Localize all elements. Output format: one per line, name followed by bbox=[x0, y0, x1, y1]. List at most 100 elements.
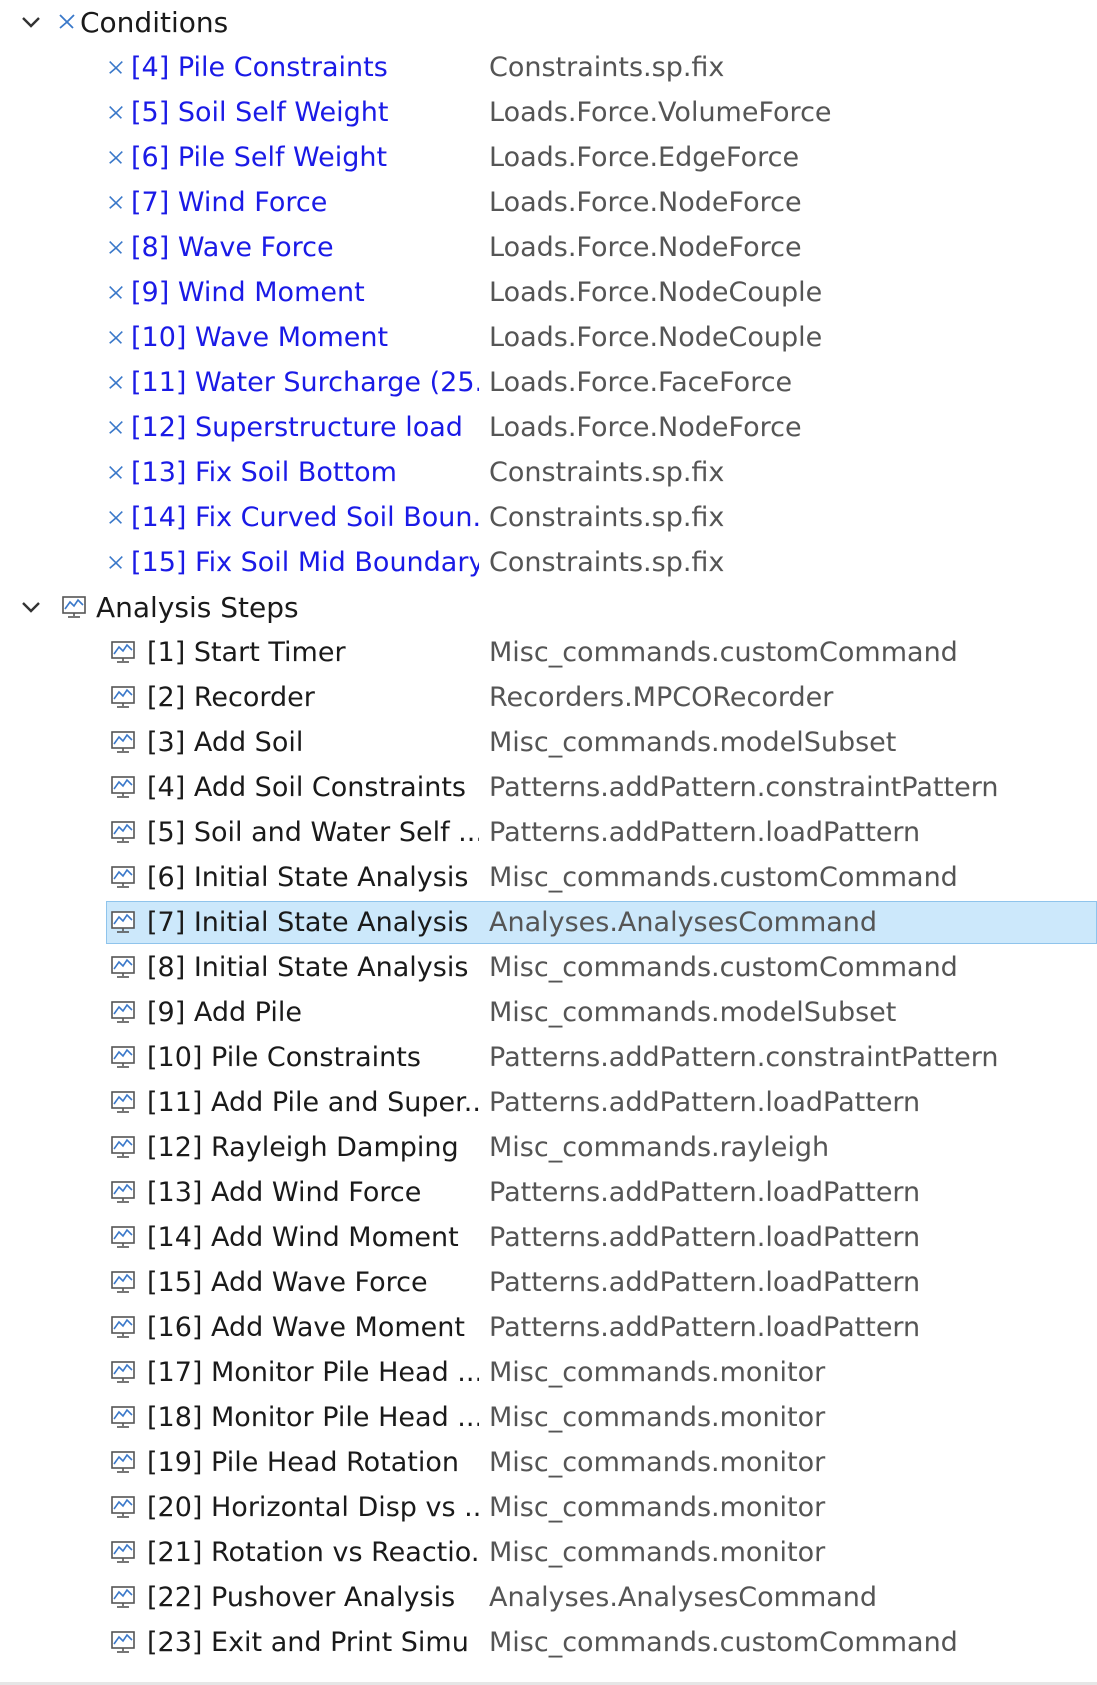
chart-icon bbox=[111, 1046, 135, 1068]
analysis-steps-list: [1] Start Timer Misc_commands.customComma… bbox=[0, 630, 1097, 1665]
condition-row[interactable]: [4] Pile Constraints Constraints.sp.fix bbox=[0, 45, 1097, 90]
group-conditions[interactable]: Conditions bbox=[0, 0, 1097, 45]
condition-row[interactable]: [13] Fix Soil Bottom Constraints.sp.fix bbox=[0, 450, 1097, 495]
analysis-step-row[interactable]: [21] Rotation vs Reactio... Misc_commands… bbox=[0, 1530, 1097, 1575]
step-type: Patterns.addPattern.loadPattern bbox=[489, 817, 921, 848]
step-type: Patterns.addPattern.loadPattern bbox=[489, 1087, 921, 1118]
step-name: [21] Rotation vs Reactio... bbox=[147, 1537, 479, 1568]
conditions-list: [4] Pile Constraints Constraints.sp.fix [5… bbox=[0, 45, 1097, 585]
chart-icon bbox=[111, 1136, 135, 1158]
condition-icon bbox=[107, 328, 125, 346]
chart-icon bbox=[111, 866, 135, 888]
analysis-step-row[interactable]: [11] Add Pile and Super... Patterns.addPa… bbox=[0, 1080, 1097, 1125]
step-name: [8] Initial State Analysis ... bbox=[147, 952, 479, 983]
step-name: [23] Exit and Print Simu ... bbox=[147, 1627, 479, 1658]
analysis-step-row[interactable]: [15] Add Wave Force Patterns.addPattern.l… bbox=[0, 1260, 1097, 1305]
chevron-down-icon[interactable] bbox=[20, 598, 42, 616]
condition-row[interactable]: [10] Wave Moment Loads.Force.NodeCouple bbox=[0, 315, 1097, 360]
step-type: Patterns.addPattern.constraintPattern bbox=[489, 1042, 999, 1073]
step-name: [13] Add Wind Force bbox=[147, 1177, 422, 1208]
step-name: [19] Pile Head Rotation bbox=[147, 1447, 459, 1478]
analysis-step-row[interactable]: [10] Pile Constraints Patterns.addPattern… bbox=[0, 1035, 1097, 1080]
analysis-step-row[interactable]: [6] Initial State Analysis ... Misc_comma… bbox=[0, 855, 1097, 900]
condition-type: Constraints.sp.fix bbox=[489, 457, 725, 488]
condition-row[interactable]: [8] Wave Force Loads.Force.NodeForce bbox=[0, 225, 1097, 270]
analysis-step-row[interactable]: [23] Exit and Print Simu ... Misc_command… bbox=[0, 1620, 1097, 1665]
step-type: Misc_commands.monitor bbox=[489, 1357, 826, 1388]
condition-name: [14] Fix Curved Soil Boun... bbox=[131, 502, 479, 533]
analysis-step-row[interactable]: [12] Rayleigh Damping Misc_commands.rayle… bbox=[0, 1125, 1097, 1170]
analysis-step-row[interactable]: [3] Add Soil Misc_commands.modelSubset bbox=[0, 720, 1097, 765]
chart-icon bbox=[111, 911, 135, 933]
chart-icon bbox=[111, 1496, 135, 1518]
condition-name: [15] Fix Soil Mid Boundary bbox=[131, 547, 479, 578]
chart-icon bbox=[111, 1271, 135, 1293]
step-name: [12] Rayleigh Damping bbox=[147, 1132, 459, 1163]
group-label-conditions: Conditions bbox=[80, 6, 229, 39]
step-type: Recorders.MPCORecorder bbox=[489, 682, 834, 713]
step-type: Misc_commands.modelSubset bbox=[489, 997, 897, 1028]
step-name: [22] Pushover Analysis bbox=[147, 1582, 456, 1613]
tree-view[interactable]: Conditions [4] Pile Constraints Constrain… bbox=[0, 0, 1097, 1665]
step-type: Misc_commands.customCommand bbox=[489, 862, 958, 893]
condition-row[interactable]: [7] Wind Force Loads.Force.NodeForce bbox=[0, 180, 1097, 225]
condition-icon bbox=[107, 193, 125, 211]
condition-row[interactable]: [5] Soil Self Weight Loads.Force.VolumeFo… bbox=[0, 90, 1097, 135]
analysis-step-row[interactable]: [4] Add Soil Constraints Patterns.addPatt… bbox=[0, 765, 1097, 810]
analysis-step-row[interactable]: [13] Add Wind Force Patterns.addPattern.l… bbox=[0, 1170, 1097, 1215]
condition-row[interactable]: [11] Water Surcharge (25... Loads.Force.F… bbox=[0, 360, 1097, 405]
condition-type: Loads.Force.NodeCouple bbox=[489, 322, 823, 353]
condition-row[interactable]: [15] Fix Soil Mid Boundary Constraints.sp… bbox=[0, 540, 1097, 585]
condition-name: [9] Wind Moment bbox=[131, 277, 365, 308]
chart-icon bbox=[111, 1091, 135, 1113]
step-type: Misc_commands.customCommand bbox=[489, 637, 958, 668]
chart-icon bbox=[111, 1001, 135, 1023]
analysis-step-row[interactable]: [16] Add Wave Moment Patterns.addPattern.… bbox=[0, 1305, 1097, 1350]
condition-row[interactable]: [9] Wind Moment Loads.Force.NodeCouple bbox=[0, 270, 1097, 315]
group-analysis-steps[interactable]: Analysis Steps bbox=[0, 585, 1097, 630]
analysis-step-row[interactable]: [20] Horizontal Disp vs ... Misc_commands… bbox=[0, 1485, 1097, 1530]
condition-icon bbox=[107, 508, 125, 526]
analysis-step-row[interactable]: [1] Start Timer Misc_commands.customComma… bbox=[0, 630, 1097, 675]
condition-icon bbox=[107, 418, 125, 436]
step-name: [1] Start Timer bbox=[147, 637, 346, 668]
step-type: Analyses.AnalysesCommand bbox=[489, 1582, 878, 1613]
condition-type: Loads.Force.EdgeForce bbox=[489, 142, 800, 173]
analysis-step-row[interactable]: [17] Monitor Pile Head ... Misc_commands.… bbox=[0, 1350, 1097, 1395]
step-name: [17] Monitor Pile Head ... bbox=[147, 1357, 479, 1388]
condition-name: [10] Wave Moment bbox=[131, 322, 389, 353]
analysis-step-row-selected[interactable]: [7] Initial State Analysis Analyses.Analy… bbox=[0, 900, 1097, 945]
analysis-step-row[interactable]: [9] Add Pile Misc_commands.modelSubset bbox=[0, 990, 1097, 1035]
chevron-down-icon[interactable] bbox=[20, 13, 42, 31]
analysis-step-row[interactable]: [14] Add Wind Moment Patterns.addPattern.… bbox=[0, 1215, 1097, 1260]
step-type: Misc_commands.monitor bbox=[489, 1492, 826, 1523]
step-type: Patterns.addPattern.loadPattern bbox=[489, 1177, 921, 1208]
analysis-step-row[interactable]: [22] Pushover Analysis Analyses.AnalysesC… bbox=[0, 1575, 1097, 1620]
step-type: Patterns.addPattern.loadPattern bbox=[489, 1222, 921, 1253]
analysis-step-row[interactable]: [19] Pile Head Rotation Misc_commands.mon… bbox=[0, 1440, 1097, 1485]
analysis-step-row[interactable]: [5] Soil and Water Self ... Patterns.addP… bbox=[0, 810, 1097, 855]
condition-name: [8] Wave Force bbox=[131, 232, 334, 263]
condition-name: [5] Soil Self Weight bbox=[131, 97, 389, 128]
step-type: Patterns.addPattern.loadPattern bbox=[489, 1312, 921, 1343]
step-name: [16] Add Wave Moment bbox=[147, 1312, 465, 1343]
condition-name: [11] Water Surcharge (25... bbox=[131, 367, 479, 398]
step-name: [7] Initial State Analysis bbox=[147, 907, 469, 938]
condition-icon bbox=[107, 148, 125, 166]
condition-type: Loads.Force.NodeForce bbox=[489, 187, 802, 218]
condition-icon bbox=[107, 283, 125, 301]
condition-row[interactable]: [6] Pile Self Weight Loads.Force.EdgeForc… bbox=[0, 135, 1097, 180]
analysis-step-row[interactable]: [8] Initial State Analysis ... Misc_comma… bbox=[0, 945, 1097, 990]
condition-icon bbox=[107, 373, 125, 391]
analysis-step-row[interactable]: [18] Monitor Pile Head ... Misc_commands.… bbox=[0, 1395, 1097, 1440]
step-type: Analyses.AnalysesCommand bbox=[489, 907, 878, 938]
step-name: [11] Add Pile and Super... bbox=[147, 1087, 479, 1118]
analysis-step-row[interactable]: [2] Recorder Recorders.MPCORecorder bbox=[0, 675, 1097, 720]
step-type: Misc_commands.monitor bbox=[489, 1402, 826, 1433]
condition-name: [6] Pile Self Weight bbox=[131, 142, 388, 173]
condition-type: Constraints.sp.fix bbox=[489, 52, 725, 83]
condition-row[interactable]: [12] Superstructure load Loads.Force.Node… bbox=[0, 405, 1097, 450]
condition-type: Constraints.sp.fix bbox=[489, 547, 725, 578]
condition-row[interactable]: [14] Fix Curved Soil Boun... Constraints.… bbox=[0, 495, 1097, 540]
chart-icon bbox=[111, 1181, 135, 1203]
